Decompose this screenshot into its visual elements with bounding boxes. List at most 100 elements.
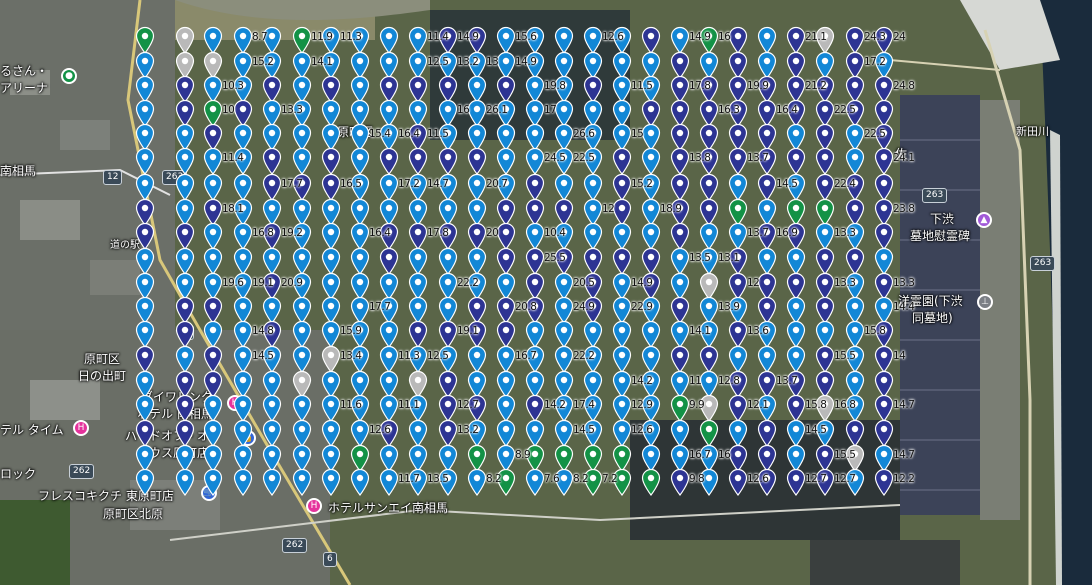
map-marker[interactable] — [874, 345, 894, 373]
map-marker[interactable] — [554, 320, 574, 348]
map-marker[interactable] — [350, 419, 370, 447]
map-marker[interactable] — [815, 173, 835, 201]
map-marker[interactable] — [728, 394, 748, 422]
map-marker[interactable] — [175, 320, 195, 348]
map-marker[interactable] — [379, 147, 399, 175]
map-marker[interactable] — [874, 222, 894, 250]
map-marker[interactable] — [203, 394, 223, 422]
map-marker[interactable] — [379, 247, 399, 275]
map-marker[interactable] — [233, 173, 253, 201]
map-marker[interactable] — [175, 394, 195, 422]
map-marker[interactable] — [292, 468, 312, 496]
map-marker[interactable] — [203, 222, 223, 250]
map-marker[interactable] — [262, 468, 282, 496]
map-marker[interactable] — [350, 468, 370, 496]
map-marker[interactable] — [815, 147, 835, 175]
map-marker[interactable] — [728, 222, 748, 250]
map-marker[interactable] — [175, 147, 195, 175]
map-marker[interactable] — [233, 468, 253, 496]
map-marker[interactable] — [350, 247, 370, 275]
map-marker[interactable] — [641, 26, 661, 54]
map-marker[interactable] — [815, 320, 835, 348]
map-marker[interactable] — [757, 173, 777, 201]
map-marker[interactable] — [175, 247, 195, 275]
map-marker[interactable] — [203, 345, 223, 373]
map-marker[interactable] — [203, 247, 223, 275]
map-marker[interactable] — [262, 394, 282, 422]
map-marker[interactable] — [757, 345, 777, 373]
arena-poi-icon[interactable]: ● — [61, 68, 77, 84]
map-marker[interactable] — [321, 173, 341, 201]
map-marker[interactable] — [262, 419, 282, 447]
map-marker[interactable] — [641, 345, 661, 373]
map-marker[interactable] — [203, 26, 223, 54]
map-marker[interactable] — [408, 26, 428, 54]
map-marker[interactable] — [786, 394, 806, 422]
map-marker[interactable] — [350, 222, 370, 250]
map-marker[interactable] — [612, 345, 632, 373]
map-marker[interactable] — [612, 419, 632, 447]
map-marker[interactable] — [670, 468, 690, 496]
map-marker[interactable] — [554, 345, 574, 373]
map-marker[interactable] — [641, 147, 661, 175]
map-marker[interactable] — [175, 26, 195, 54]
map-marker[interactable] — [175, 419, 195, 447]
map-marker[interactable] — [321, 345, 341, 373]
monument-icon[interactable]: ▲ — [976, 212, 992, 228]
map-marker[interactable] — [175, 173, 195, 201]
map-marker[interactable] — [467, 468, 487, 496]
hotel-icon[interactable]: H — [73, 420, 89, 436]
map-marker[interactable] — [496, 222, 516, 250]
map-marker[interactable] — [786, 468, 806, 496]
map-marker[interactable] — [496, 147, 516, 175]
place-label-minamisoma[interactable]: 南相馬 — [0, 162, 36, 179]
map-marker[interactable] — [233, 222, 253, 250]
map-marker[interactable] — [408, 222, 428, 250]
map-marker[interactable] — [262, 147, 282, 175]
map-marker[interactable] — [641, 320, 661, 348]
map-marker[interactable] — [612, 147, 632, 175]
map-marker[interactable] — [467, 247, 487, 275]
map-marker[interactable] — [670, 419, 690, 447]
map-marker[interactable] — [262, 247, 282, 275]
map-marker[interactable] — [583, 26, 603, 54]
map-marker[interactable] — [379, 468, 399, 496]
map-marker[interactable] — [496, 394, 516, 422]
map-marker[interactable] — [292, 394, 312, 422]
map-marker[interactable] — [612, 394, 632, 422]
map-marker[interactable] — [525, 222, 545, 250]
map-marker[interactable] — [203, 419, 223, 447]
map-marker[interactable] — [728, 320, 748, 348]
map-marker[interactable] — [786, 247, 806, 275]
map-marker[interactable] — [786, 147, 806, 175]
map-marker[interactable] — [135, 394, 155, 422]
map-marker[interactable] — [554, 26, 574, 54]
map-marker[interactable] — [699, 222, 719, 250]
map-marker[interactable] — [233, 394, 253, 422]
map-marker[interactable] — [670, 320, 690, 348]
map-marker[interactable] — [670, 394, 690, 422]
place-label-shimoshibu[interactable]: 下渋 墓地慰霊碑 — [910, 210, 970, 244]
map-marker[interactable] — [135, 222, 155, 250]
map-marker[interactable] — [583, 173, 603, 201]
map-marker[interactable] — [612, 247, 632, 275]
map-marker[interactable] — [321, 147, 341, 175]
map-marker[interactable] — [321, 320, 341, 348]
map-marker[interactable] — [496, 419, 516, 447]
map-marker[interactable] — [262, 173, 282, 201]
map-marker[interactable] — [583, 222, 603, 250]
map-marker[interactable] — [728, 419, 748, 447]
map-marker[interactable] — [699, 173, 719, 201]
map-marker[interactable] — [321, 394, 341, 422]
map-marker[interactable] — [786, 345, 806, 373]
map-marker[interactable] — [525, 173, 545, 201]
map-marker[interactable] — [438, 147, 458, 175]
map-marker[interactable] — [350, 147, 370, 175]
place-label-hotel-time[interactable]: テル タイム — [0, 421, 64, 438]
map-marker[interactable] — [845, 26, 865, 54]
map-marker[interactable] — [438, 247, 458, 275]
map-marker[interactable] — [554, 419, 574, 447]
map-marker[interactable] — [525, 247, 545, 275]
map-marker[interactable] — [135, 419, 155, 447]
map-marker[interactable] — [670, 345, 690, 373]
